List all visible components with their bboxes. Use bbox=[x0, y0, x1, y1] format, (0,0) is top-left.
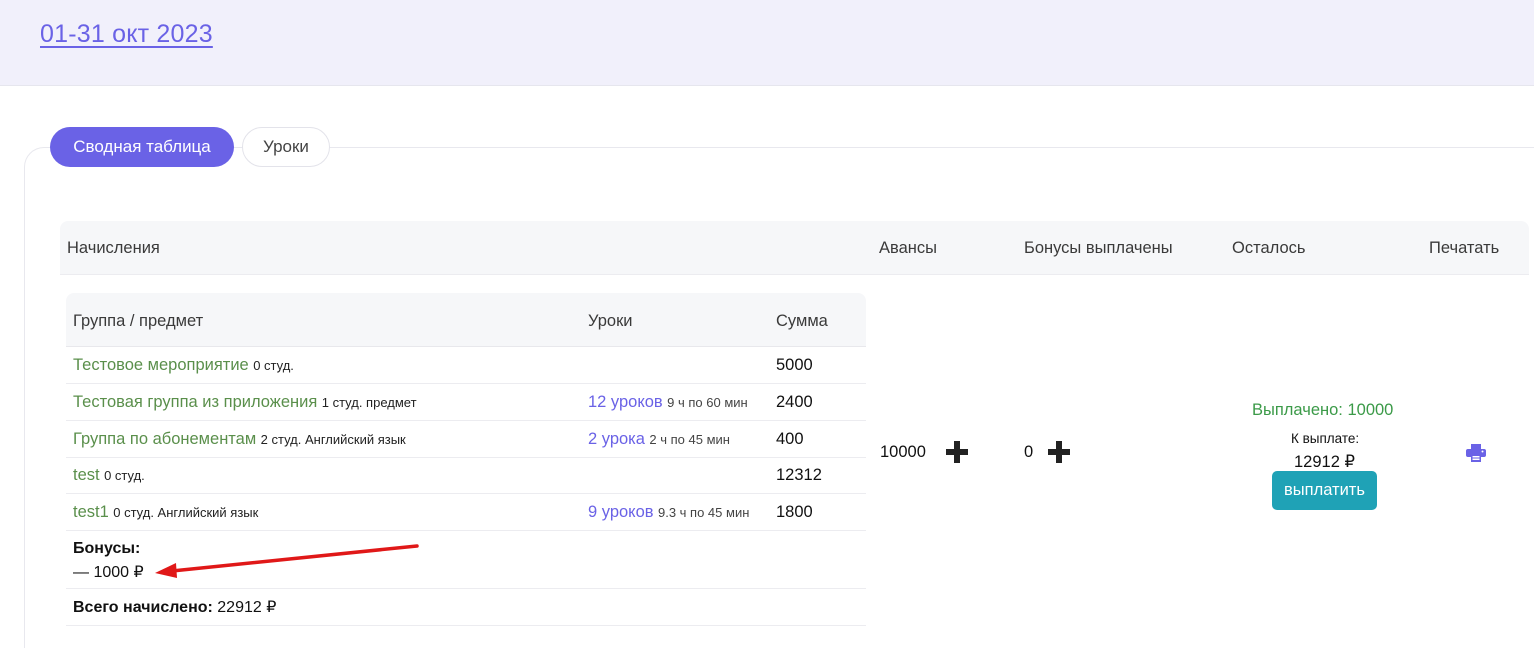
row-sum: 2400 bbox=[776, 393, 813, 411]
group-meta: 2 студ. Английский язык bbox=[260, 432, 406, 447]
table-row: Группа по абонементам 2 студ. Английский… bbox=[66, 421, 866, 458]
group-meta: 1 студ. предмет bbox=[321, 395, 417, 410]
bonuses-paid-value: 0 bbox=[1024, 443, 1034, 461]
total-row: Всего начислено: 22912 ₽ bbox=[66, 589, 866, 626]
accruals-table: Группа / предмет Уроки Сумма Тестовое ме… bbox=[66, 293, 866, 633]
row-sum: 1800 bbox=[776, 503, 813, 521]
column-header-group: Группа / предмет bbox=[73, 312, 204, 330]
advances-value: 10000 bbox=[880, 443, 926, 461]
due-label: К выплате: bbox=[1291, 431, 1360, 446]
add-advance-plus-icon[interactable] bbox=[946, 441, 968, 463]
table-row: test 0 студ. 12312 bbox=[66, 457, 866, 494]
group-link[interactable]: test1 bbox=[73, 503, 109, 521]
lessons-meta: 9 ч по 60 мин bbox=[667, 395, 748, 410]
printer-icon[interactable] bbox=[1466, 444, 1486, 462]
tab-summary-table[interactable]: Сводная таблица bbox=[50, 127, 234, 167]
bonus-value: — 1000 ₽ bbox=[73, 564, 144, 581]
group-link[interactable]: Тестовая группа из приложения bbox=[73, 393, 317, 411]
table-row: Тестовое мероприятие 0 студ. 5000 bbox=[66, 347, 866, 384]
period-link[interactable]: 01-31 окт 2023 bbox=[40, 20, 213, 49]
group-meta: 0 студ. bbox=[104, 468, 145, 483]
table-row: test1 0 студ. Английский язык 9 уроков 9… bbox=[66, 494, 866, 531]
row-sum: 12312 bbox=[776, 466, 822, 484]
group-meta: 0 студ. bbox=[253, 358, 294, 373]
bonus-label: Бонусы: bbox=[73, 540, 141, 557]
row-sum: 5000 bbox=[776, 356, 813, 374]
table-header bbox=[60, 221, 1529, 275]
column-header-remaining: Осталось bbox=[1232, 239, 1306, 257]
total-value: 22912 ₽ bbox=[217, 599, 277, 616]
accruals-table-header: Группа / предмет Уроки Сумма bbox=[66, 293, 866, 347]
due-value: 12912 ₽ bbox=[1294, 453, 1355, 471]
lessons-meta: 9.3 ч по 45 мин bbox=[657, 505, 750, 520]
paid-amount: Выплачено: 10000 bbox=[1252, 401, 1394, 419]
lessons-meta: 2 ч по 45 мин bbox=[649, 432, 730, 447]
total-label: Всего начислено: bbox=[73, 599, 213, 616]
pay-button[interactable]: выплатить bbox=[1272, 471, 1377, 510]
row-sum: 400 bbox=[776, 430, 804, 448]
tab-lessons[interactable]: Уроки bbox=[242, 127, 330, 167]
lessons-link[interactable]: 9 уроков bbox=[588, 503, 654, 521]
column-header-lessons: Уроки bbox=[588, 312, 633, 330]
column-header-advances: Авансы bbox=[879, 239, 937, 257]
group-link[interactable]: Тестовое мероприятие bbox=[73, 356, 249, 374]
top-bar: 01-31 окт 2023 bbox=[0, 0, 1534, 86]
column-header-bonuses-paid: Бонусы выплачены bbox=[1024, 239, 1173, 257]
column-header-print: Печатать bbox=[1429, 239, 1500, 257]
group-link[interactable]: Группа по абонементам bbox=[73, 430, 256, 448]
column-header-sum: Сумма bbox=[776, 312, 828, 330]
annotation-arrow-icon bbox=[155, 544, 419, 578]
group-meta: 0 студ. Английский язык bbox=[113, 505, 259, 520]
lessons-link[interactable]: 2 урока bbox=[588, 430, 645, 448]
table-row: Тестовая группа из приложения 1 студ. пр… bbox=[66, 384, 866, 421]
add-bonus-plus-icon[interactable] bbox=[1048, 441, 1070, 463]
column-header-accruals: Начисления bbox=[67, 239, 160, 257]
lessons-link[interactable]: 12 уроков bbox=[588, 393, 663, 411]
group-link[interactable]: test bbox=[73, 466, 100, 484]
